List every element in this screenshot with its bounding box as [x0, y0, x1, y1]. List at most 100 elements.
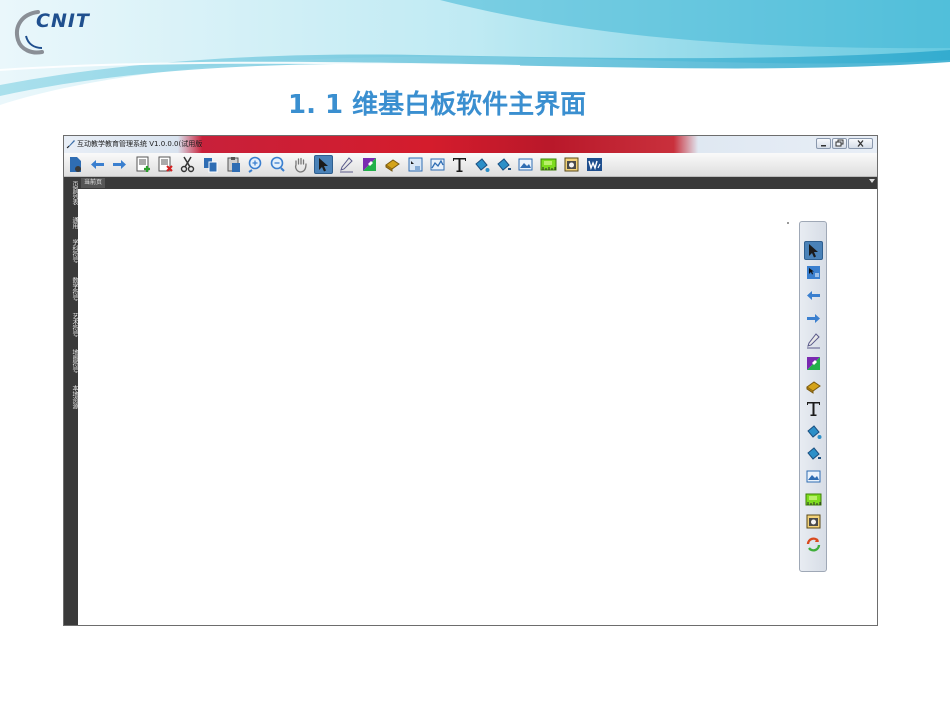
float-page-select-button[interactable]	[804, 263, 823, 282]
sidebar-tab-math-symbols[interactable]: 数学符号	[64, 277, 78, 301]
page-tab-bar: 当前页	[78, 177, 877, 189]
chevron-down-icon[interactable]	[869, 179, 875, 183]
new-page-icon	[70, 157, 81, 172]
image-button[interactable]	[516, 155, 535, 174]
copy-icon	[204, 158, 218, 173]
add-page-icon	[136, 156, 150, 172]
window-title: 互动教学教育管理系统 V1.0.0.0(试用版	[77, 140, 203, 148]
pen-icon	[807, 333, 820, 349]
title-bar[interactable]: 互动教学教育管理系统 V1.0.0.0(试用版	[64, 136, 877, 153]
zoom-out-button[interactable]	[268, 155, 287, 174]
paste-button[interactable]	[224, 155, 243, 174]
main-toolbar	[64, 153, 877, 177]
hand-pan-button[interactable]	[291, 155, 310, 174]
delete-page-icon	[158, 156, 173, 172]
float-select-button[interactable]	[804, 241, 823, 260]
sidebar-tab-map-symbols[interactable]: 地图符号	[64, 349, 78, 373]
float-fill-button[interactable]	[804, 422, 823, 441]
chart-button[interactable]	[428, 155, 447, 174]
minimize-button[interactable]	[816, 138, 831, 149]
app-icon	[66, 140, 75, 149]
select-pointer-icon	[319, 158, 328, 172]
slide-title: 1. 1 维基白板软件主界面	[288, 90, 587, 120]
zoom-in-icon	[248, 156, 262, 173]
fill-bucket-icon	[807, 425, 822, 439]
page-select-icon	[807, 266, 820, 279]
float-text-button[interactable]	[804, 399, 823, 418]
whiteboard-canvas[interactable]	[78, 189, 877, 625]
float-ruler-button[interactable]	[804, 490, 823, 509]
close-button[interactable]	[848, 138, 873, 149]
color-palette-icon	[363, 158, 376, 171]
scissors-icon	[180, 156, 195, 173]
redo-button[interactable]	[110, 155, 129, 174]
canvas-dot	[787, 222, 789, 224]
camera-icon	[806, 514, 821, 529]
wiki-icon	[587, 158, 602, 171]
float-color-button[interactable]	[804, 354, 823, 373]
resource-sidebar: 页面列表 通用 学科符号 数学符号 艺术符号 地图符号 本地资源	[64, 177, 78, 625]
sidebar-tab-subject-symbols[interactable]: 学科符号	[64, 239, 78, 263]
zoom-out-icon	[270, 156, 285, 172]
ruler-button[interactable]	[539, 155, 558, 174]
hand-pan-icon	[294, 157, 307, 173]
eraser-icon	[385, 159, 400, 172]
current-page-tab[interactable]: 当前页	[81, 178, 106, 188]
float-camera-button[interactable]	[804, 512, 823, 531]
window-controls	[816, 138, 873, 149]
text-icon	[453, 158, 466, 172]
fill-bucket-alt-icon	[807, 447, 821, 460]
float-pen-button[interactable]	[804, 331, 823, 350]
camera-button[interactable]	[562, 155, 581, 174]
eraser-button[interactable]	[383, 155, 402, 174]
close-icon	[857, 140, 864, 147]
fill-alt-button[interactable]	[494, 155, 513, 174]
add-page-button[interactable]	[134, 155, 153, 174]
float-undo-button[interactable]	[804, 286, 823, 305]
minimize-icon	[821, 145, 826, 147]
fill-bucket-alt-icon	[497, 158, 511, 171]
float-fill-alt-button[interactable]	[804, 444, 823, 463]
restore-button[interactable]	[832, 138, 847, 149]
sidebar-tab-local-resources[interactable]: 本地资源	[64, 385, 78, 409]
color-palette-icon	[807, 357, 820, 370]
select-pointer-icon	[809, 244, 818, 258]
fill-button[interactable]	[472, 155, 491, 174]
sidebar-tab-art-symbols[interactable]: 艺术符号	[64, 313, 78, 337]
new-page-button[interactable]	[66, 155, 85, 174]
text-icon	[807, 402, 820, 416]
cut-button[interactable]	[178, 155, 197, 174]
color-button[interactable]	[360, 155, 379, 174]
camera-icon	[564, 157, 579, 172]
float-image-button[interactable]	[804, 467, 823, 486]
pen-icon	[340, 157, 353, 173]
refresh-icon	[806, 537, 821, 552]
zoom-in-button[interactable]	[246, 155, 265, 174]
app-window: 互动教学教育管理系统 V1.0.0.0(试用版 页面列表 通用 学科符号 数学符…	[63, 135, 878, 626]
sidebar-tab-page-list[interactable]: 页面列表	[64, 181, 78, 205]
text-button[interactable]	[450, 155, 469, 174]
select-tool-button[interactable]	[314, 155, 333, 174]
paste-icon	[227, 157, 240, 172]
copy-button[interactable]	[201, 155, 220, 174]
screen-capture-button[interactable]	[406, 155, 425, 174]
restore-icon	[835, 139, 844, 147]
ruler-icon	[805, 493, 822, 506]
float-eraser-button[interactable]	[804, 377, 823, 396]
screen-capture-icon	[408, 157, 423, 172]
wiki-button[interactable]	[585, 155, 604, 174]
image-icon	[518, 158, 533, 171]
undo-arrow-icon	[807, 291, 820, 300]
chart-icon	[430, 158, 445, 171]
ruler-icon	[540, 158, 557, 171]
delete-page-button[interactable]	[156, 155, 175, 174]
fill-bucket-icon	[475, 158, 490, 172]
floating-toolbar	[799, 221, 827, 572]
float-redo-button[interactable]	[804, 309, 823, 328]
sidebar-tab-general[interactable]: 通用	[64, 217, 78, 229]
float-refresh-button[interactable]	[804, 535, 823, 554]
image-icon	[806, 470, 821, 483]
pen-button[interactable]	[337, 155, 356, 174]
undo-button[interactable]	[88, 155, 107, 174]
eraser-icon	[806, 381, 821, 394]
